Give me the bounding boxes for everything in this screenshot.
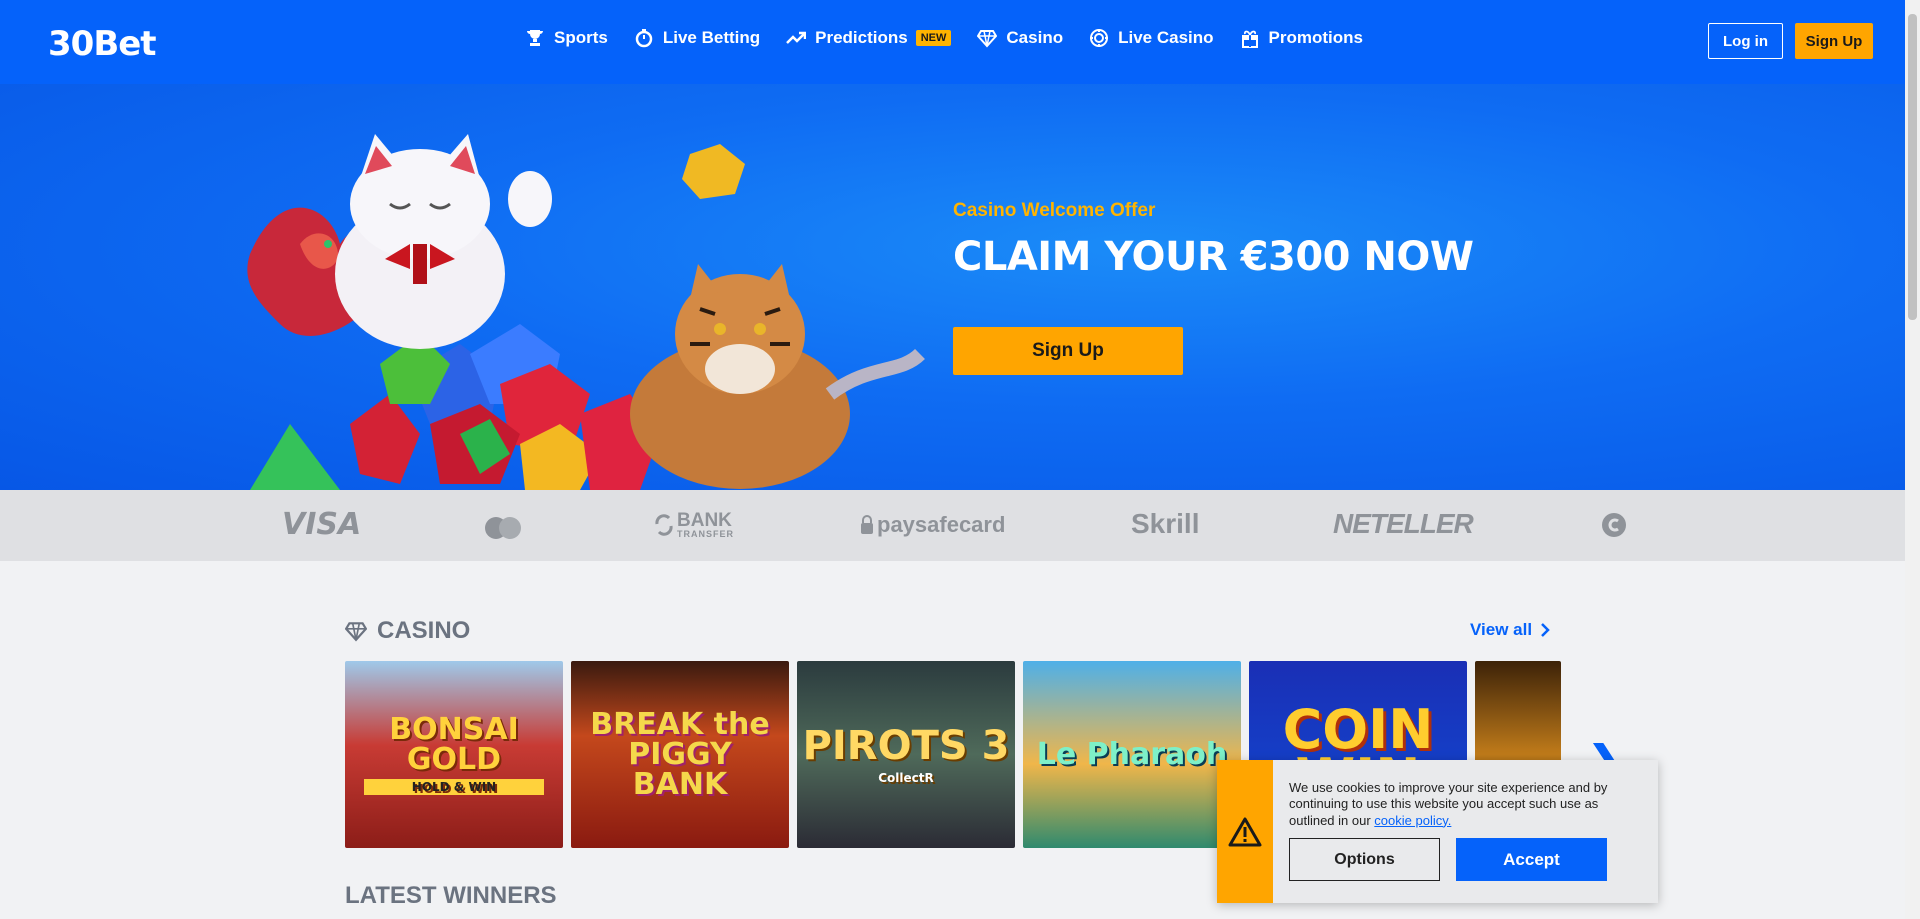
chip-icon	[1090, 29, 1109, 47]
page-scrollbar[interactable]	[1905, 0, 1920, 919]
cookie-policy-link[interactable]: cookie policy.	[1374, 813, 1451, 828]
nav-promotions-label: Promotions	[1268, 28, 1363, 47]
paysafecard-logo-text: paysafecard	[877, 512, 1006, 537]
neteller-logo: NETELLER	[1333, 508, 1474, 540]
main-nav: Sports Live Betting Predictions NEW Casi…	[525, 28, 1363, 48]
top-header: 30Bet Sports Live Betting Predictions NE…	[0, 0, 1905, 84]
chevron-right-icon	[1541, 623, 1550, 637]
game-card[interactable]: PIROTS 3 CollectR	[797, 661, 1015, 848]
diamond-icon	[977, 30, 998, 48]
game-title: Le Pharaoh	[1036, 736, 1228, 772]
hero-title: CLAIM YOUR €300 NOW	[953, 234, 1474, 280]
cookie-message: We use cookies to improve your site expe…	[1289, 780, 1639, 829]
login-button[interactable]: Log in	[1708, 23, 1783, 59]
cookie-banner-side	[1217, 760, 1273, 903]
hero-banner: Casino Welcome Offer CLAIM YOUR €300 NOW…	[0, 84, 1905, 490]
view-all-link[interactable]: View all	[1470, 620, 1550, 640]
nav-predictions-label: Predictions	[815, 28, 908, 47]
game-title: BREAK the PIGGY BANK	[590, 706, 770, 802]
casino-title-text: CASINO	[377, 617, 471, 644]
nav-live-casino-label: Live Casino	[1118, 28, 1214, 47]
nav-promotions[interactable]: Promotions	[1240, 28, 1363, 48]
nav-live-betting[interactable]: Live Betting	[634, 28, 760, 48]
nav-sports[interactable]: Sports	[525, 28, 608, 48]
mastercard-icon	[485, 517, 521, 539]
crypto-logo	[1601, 512, 1627, 538]
game-title: BONSAI GOLD HOLD & WIN	[364, 714, 544, 795]
new-badge: NEW	[915, 30, 952, 46]
signup-button[interactable]: Sign Up	[1795, 23, 1873, 59]
bank-transfer-logo: BANK TRANSFER	[655, 511, 734, 538]
skrill-logo: Skrill	[1131, 508, 1199, 540]
tiger-image	[630, 264, 925, 489]
hero-illustration	[247, 134, 925, 490]
view-all-label: View all	[1470, 620, 1533, 639]
warning-icon	[1228, 817, 1262, 846]
site-logo[interactable]: 30Bet	[48, 24, 157, 64]
crypto-icon	[1602, 513, 1626, 537]
game-card[interactable]: Le Pharaoh	[1023, 661, 1241, 848]
casino-section-title: CASINO	[345, 617, 470, 645]
nav-predictions[interactable]: Predictions NEW	[786, 28, 952, 48]
payment-methods-bar: VISA BANK TRANSFER paysafecard Skrill NE…	[0, 490, 1905, 561]
paysafecard-logo: paysafecard	[860, 512, 1005, 538]
scrollbar-thumb[interactable]	[1908, 14, 1917, 320]
trend-up-icon	[786, 31, 807, 44]
nav-casino[interactable]: Casino	[977, 28, 1063, 48]
gems-pile-image	[250, 324, 660, 490]
trophy-icon	[527, 30, 543, 46]
diamond-icon	[345, 622, 367, 642]
nav-sports-label: Sports	[554, 28, 608, 47]
cookie-options-button[interactable]: Options	[1289, 838, 1440, 881]
mastercard-logo	[483, 516, 523, 540]
stopwatch-icon	[635, 29, 653, 48]
visa-logo-text: VISA	[282, 507, 362, 542]
game-card[interactable]: BONSAI GOLD HOLD & WIN	[345, 661, 563, 848]
lucky-cat-image	[335, 134, 552, 349]
nav-live-betting-label: Live Betting	[662, 28, 761, 47]
hero-signup-button[interactable]: Sign Up	[953, 327, 1183, 375]
neteller-logo-text: NETELLER	[1333, 508, 1474, 539]
visa-logo: VISA	[282, 507, 361, 542]
nav-casino-label: Casino	[1006, 28, 1064, 47]
gift-icon	[1241, 30, 1258, 48]
latest-winners-title: LATEST WINNERS	[345, 882, 557, 909]
skrill-logo-text: Skrill	[1131, 508, 1200, 539]
transfer-arrows-icon	[655, 514, 673, 536]
cookie-banner: We use cookies to improve your site expe…	[1217, 760, 1658, 903]
nav-live-casino[interactable]: Live Casino	[1089, 28, 1214, 48]
game-card[interactable]: BREAK the PIGGY BANK	[571, 661, 789, 848]
hero-subtitle: Casino Welcome Offer	[953, 200, 1156, 221]
gold-gem-image	[682, 144, 745, 199]
game-title: PIROTS 3 CollectR	[802, 722, 1010, 785]
lock-icon	[861, 515, 873, 534]
cookie-accept-button[interactable]: Accept	[1456, 838, 1607, 881]
